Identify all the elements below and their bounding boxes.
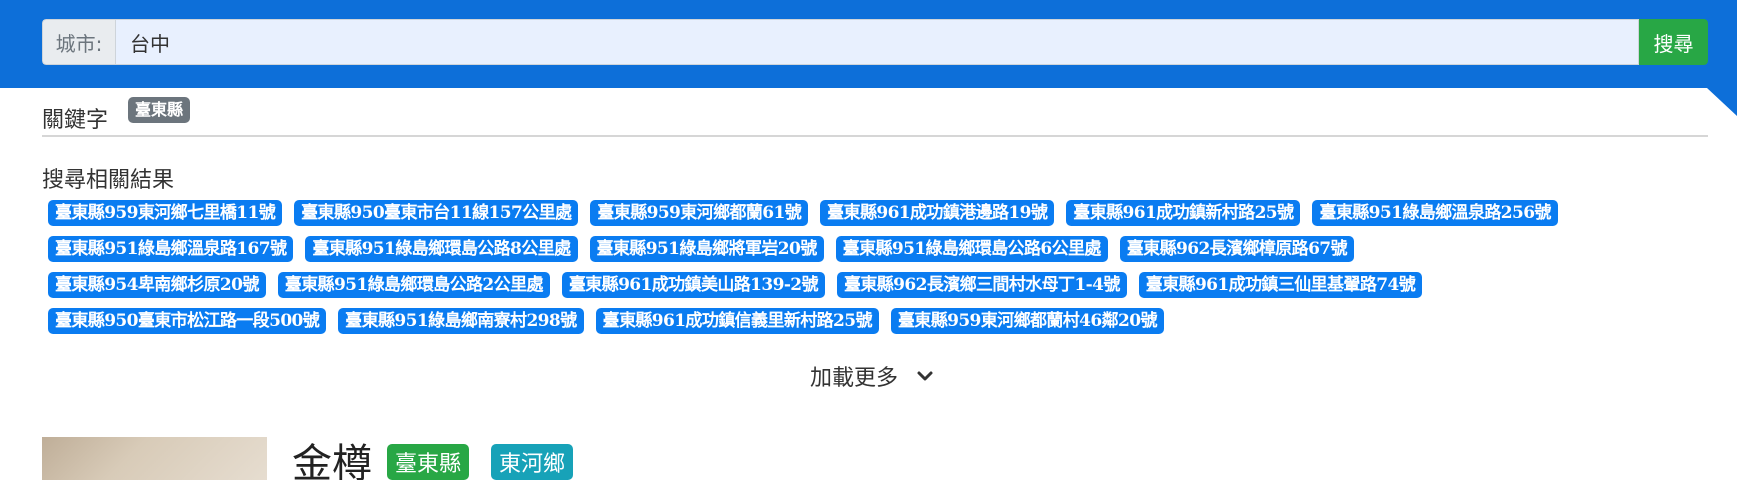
results-row: 臺東縣951綠島鄉溫泉路167號 臺東縣951綠島鄉環島公路8公里處 臺東縣95…: [48, 236, 1708, 262]
load-more-label: 加載更多: [810, 366, 899, 391]
result-tag[interactable]: 臺東縣951綠島鄉溫泉路167號: [48, 236, 294, 262]
search-bar: 城市: 搜尋: [42, 19, 1708, 65]
results-row: 臺東縣950臺東市松江路一段500號 臺東縣951綠島鄉南寮村298號 臺東縣9…: [48, 308, 1708, 334]
result-card-title[interactable]: 金樽: [292, 440, 372, 480]
result-tag[interactable]: 臺東縣951綠島鄉環島公路6公里處: [835, 236, 1108, 262]
result-tag[interactable]: 臺東縣951綠島鄉南寮村298號: [338, 308, 584, 334]
keyword-label: 關鍵字: [42, 108, 109, 133]
chevron-down-icon: [916, 367, 934, 385]
result-tag[interactable]: 臺東縣961成功鎮港邊路19號: [820, 200, 1055, 226]
load-more-button[interactable]: 加載更多: [810, 360, 934, 392]
result-tag[interactable]: 臺東縣951綠島鄉環島公路8公里處: [305, 236, 578, 262]
result-tag[interactable]: 臺東縣961成功鎮信義里新村路25號: [595, 308, 879, 334]
result-tag[interactable]: 臺東縣951綠島鄉環島公路2公里處: [277, 272, 550, 298]
result-tag[interactable]: 臺東縣962長濱鄉三間村水母丁1-4號: [836, 272, 1127, 298]
header-corner-decoration: [1707, 88, 1737, 116]
result-tag[interactable]: 臺東縣959東河鄉都蘭村46鄰20號: [890, 308, 1164, 334]
keyword-row: 關鍵字 臺東縣: [42, 96, 1708, 137]
county-badge: 臺東縣: [387, 444, 470, 480]
results-row: 臺東縣954卑南鄉杉原20號 臺東縣951綠島鄉環島公路2公里處 臺東縣961成…: [48, 272, 1708, 298]
result-tag[interactable]: 臺東縣961成功鎮新村路25號: [1066, 200, 1301, 226]
result-tag[interactable]: 臺東縣959東河鄉都蘭61號: [590, 200, 809, 226]
results-tag-list: 臺東縣959東河鄉七里橋11號 臺東縣950臺東市台11線157公里處 臺東縣9…: [48, 200, 1708, 344]
result-tag[interactable]: 臺東縣954卑南鄉杉原20號: [48, 272, 266, 298]
result-tag[interactable]: 臺東縣950臺東市台11線157公里處: [294, 200, 579, 226]
result-tag[interactable]: 臺東縣961成功鎮美山路139-2號: [561, 272, 825, 298]
city-label: 城市:: [42, 19, 115, 65]
result-tag[interactable]: 臺東縣950臺東市松江路一段500號: [48, 308, 327, 334]
result-tag[interactable]: 臺東縣962長濱鄉樟原路67號: [1119, 236, 1354, 262]
result-tag[interactable]: 臺東縣951綠島鄉將軍岩20號: [589, 236, 824, 262]
result-tag[interactable]: 臺東縣959東河鄉七里橋11號: [48, 200, 283, 226]
city-input[interactable]: [115, 19, 1639, 65]
result-tag[interactable]: 臺東縣951綠島鄉溫泉路256號: [1312, 200, 1558, 226]
town-badge: 東河鄉: [491, 444, 574, 480]
keyword-tag[interactable]: 臺東縣: [128, 97, 191, 123]
result-card-image[interactable]: [42, 437, 267, 480]
result-tag[interactable]: 臺東縣961成功鎮三仙里基翬路74號: [1138, 272, 1423, 298]
results-title: 搜尋相關結果: [42, 168, 175, 193]
results-row: 臺東縣959東河鄉七里橋11號 臺東縣950臺東市台11線157公里處 臺東縣9…: [48, 200, 1708, 226]
search-button[interactable]: 搜尋: [1639, 19, 1708, 65]
